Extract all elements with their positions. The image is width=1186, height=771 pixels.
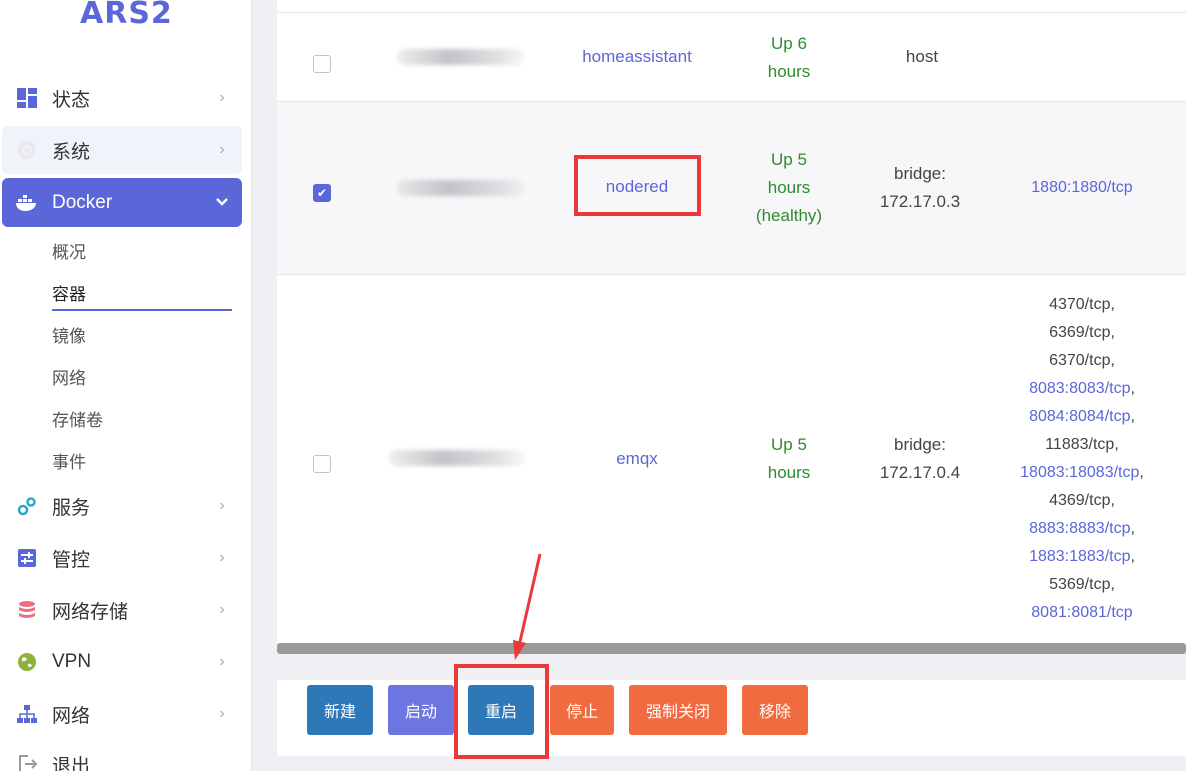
sidebar-item-nas[interactable]: 网络存储 › (2, 586, 242, 634)
sidebar-item-label: Docker (52, 191, 113, 213)
globe-icon (2, 651, 52, 673)
sidebar-item-docker[interactable]: Docker (2, 178, 242, 227)
container-id-redacted (389, 450, 525, 466)
sidebar-item-label: 退出 (52, 755, 91, 771)
port-text: 6370/tcp, (1049, 352, 1115, 369)
chevron-right-icon: › (219, 653, 225, 670)
chevron-right-icon: › (219, 705, 225, 722)
table-row: emqx Up 5 hours bridge: 172.17.0.4 4370/tc… (277, 275, 1186, 643)
container-network: host (905, 47, 939, 66)
chevron-right-icon: › (219, 141, 225, 158)
chevron-right-icon: › (219, 549, 225, 566)
port-text: 4369/tcp, (1049, 492, 1115, 509)
chevron-right-icon: › (219, 601, 225, 618)
port-link[interactable]: 18083:18083/tcp (1020, 464, 1139, 481)
port-text: 11883/tcp, (1045, 436, 1119, 453)
container-id-redacted (397, 49, 525, 65)
port-link[interactable]: 8883:8883/tcp (1029, 520, 1130, 537)
sidebar-item-services[interactable]: 服务 › (2, 482, 242, 530)
sidebar-item-label: VPN (52, 651, 92, 672)
logout-icon (2, 753, 52, 771)
sidebar-sub-events[interactable]: 事件 (52, 448, 86, 473)
horizontal-scrollbar[interactable] (277, 643, 1186, 654)
action-bar: 新建 启动 重启 停止 强制关闭 移除 (277, 680, 1186, 756)
port-entry: 18083:18083/tcp, (1020, 464, 1144, 481)
container-network: bridge: 172.17.0.3 (879, 164, 961, 211)
row-checkbox-checked[interactable]: ✔ (313, 184, 331, 202)
active-underline (52, 309, 232, 311)
container-name-link[interactable]: emqx (575, 445, 699, 473)
chevron-down-icon (202, 194, 242, 212)
sidebar-sub-volumes[interactable]: 存储卷 (52, 406, 103, 431)
container-table: homeassistant Up 6 hours host ✔ nodered U… (277, 0, 1186, 648)
port-text: 4370/tcp, (1049, 296, 1115, 313)
chevron-right-icon: › (219, 497, 225, 514)
start-button[interactable]: 启动 (388, 685, 454, 735)
port-link[interactable]: 8081:8081/tcp (1031, 604, 1132, 621)
port-link[interactable]: 8084:8084/tcp (1029, 408, 1130, 425)
sidebar: ARS2 状态 › 系统 › Docker 概况 容器 镜像 网络 存储卷 事件… (0, 0, 252, 771)
sidebar-item-control[interactable]: 管控 › (2, 534, 242, 582)
network-icon (2, 703, 52, 725)
brand-logo: ARS2 (80, 0, 173, 31)
table-row: ✔ nodered Up 5 hours (healthy) bridge: 172.… (277, 102, 1186, 275)
sidebar-item-vpn[interactable]: VPN › (2, 638, 242, 686)
sidebar-item-label: 状态 (52, 89, 91, 111)
sidebar-sub-containers[interactable]: 容器 (52, 280, 86, 305)
port-link[interactable]: 1880:1880/tcp (1007, 174, 1157, 202)
main-content: homeassistant Up 6 hours host ✔ nodered U… (252, 0, 1186, 771)
sidebar-item-label: 网络存储 (52, 601, 129, 623)
container-status: Up 6 hours (767, 34, 811, 81)
port-entry: 8883:8883/tcp, (1029, 520, 1135, 537)
sliders-icon (2, 547, 52, 569)
sidebar-item-label: 网络 (52, 705, 91, 727)
sidebar-sub-networks[interactable]: 网络 (52, 364, 86, 389)
port-entry: 8081:8081/tcp (1007, 599, 1157, 627)
database-icon (2, 599, 52, 621)
sidebar-sub-images[interactable]: 镜像 (52, 322, 86, 347)
table-row: homeassistant Up 6 hours host (277, 12, 1186, 102)
annotation-box-restart (454, 664, 549, 759)
annotation-box-nodered (574, 155, 701, 216)
gear-icon (2, 139, 52, 161)
container-status: Up 5 hours (767, 435, 811, 482)
remove-button[interactable]: 移除 (742, 685, 808, 735)
sidebar-sub-overview[interactable]: 概况 (52, 238, 86, 263)
annotation-arrow-icon (513, 553, 542, 660)
sidebar-item-label: 系统 (52, 141, 91, 163)
row-checkbox[interactable] (313, 55, 331, 73)
port-entry: 1883:1883/tcp, (1029, 548, 1135, 565)
new-button[interactable]: 新建 (307, 685, 373, 735)
container-network: bridge: 172.17.0.4 (879, 435, 961, 482)
port-text: 5369/tcp, (1049, 576, 1115, 593)
container-id-redacted (397, 180, 525, 196)
stop-button[interactable]: 停止 (550, 685, 614, 735)
port-entry: 8084:8084/tcp, (1029, 408, 1135, 425)
container-name-link[interactable]: homeassistant (557, 43, 717, 71)
sidebar-item-label: 管控 (52, 549, 91, 571)
port-link[interactable]: 8083:8083/tcp (1029, 380, 1130, 397)
force-kill-button[interactable]: 强制关闭 (629, 685, 727, 735)
port-list: 4370/tcp, 6369/tcp, 6370/tcp, 8083:8083/… (1007, 291, 1157, 627)
sidebar-item-system[interactable]: 系统 › (2, 126, 242, 174)
dashboard-icon (2, 87, 52, 109)
port-entry: 8083:8083/tcp, (1029, 380, 1135, 397)
container-status: Up 5 hours (healthy) (755, 150, 823, 225)
docker-icon (2, 193, 52, 213)
port-text: 6369/tcp, (1049, 324, 1115, 341)
sidebar-item-status[interactable]: 状态 › (2, 74, 242, 122)
sidebar-item-label: 服务 (52, 497, 91, 519)
sidebar-item-logout[interactable]: 退出 (2, 740, 242, 771)
port-link[interactable]: 1883:1883/tcp (1029, 548, 1130, 565)
row-checkbox[interactable] (313, 455, 331, 473)
services-icon (2, 495, 52, 517)
sidebar-item-network[interactable]: 网络 › (2, 690, 242, 738)
chevron-right-icon: › (219, 89, 225, 106)
